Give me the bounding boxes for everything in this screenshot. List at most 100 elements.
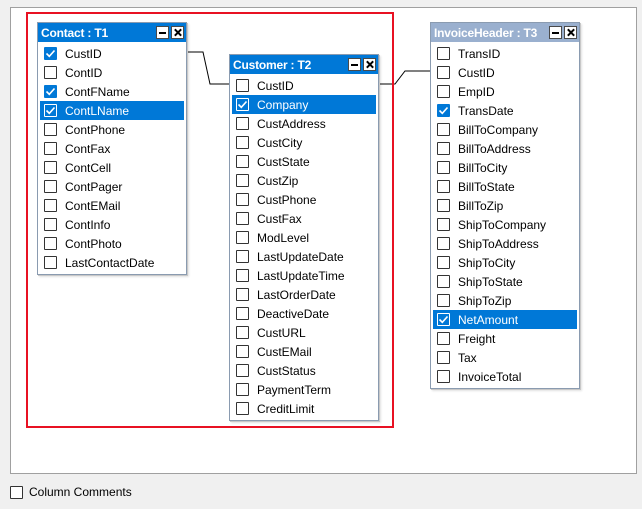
checkmark-icon[interactable] — [44, 47, 57, 60]
column-row[interactable]: ContFax — [40, 139, 184, 158]
column-checkbox[interactable] — [437, 237, 450, 250]
column-row[interactable]: CustID — [433, 63, 577, 82]
column-checkbox[interactable] — [236, 326, 249, 339]
column-checkbox[interactable] — [236, 155, 249, 168]
column-checkbox[interactable] — [236, 345, 249, 358]
column-checkbox[interactable] — [236, 193, 249, 206]
column-checkbox[interactable] — [437, 351, 450, 364]
column-checkbox[interactable] — [236, 117, 249, 130]
column-row[interactable]: ContID — [40, 63, 184, 82]
column-row[interactable]: CustZip — [232, 171, 376, 190]
column-row[interactable]: CustURL — [232, 323, 376, 342]
column-row[interactable]: BillToAddress — [433, 139, 577, 158]
column-checkbox[interactable] — [236, 364, 249, 377]
column-checkbox[interactable] — [44, 237, 57, 250]
minimize-icon[interactable] — [348, 58, 361, 71]
column-row[interactable]: ContCell — [40, 158, 184, 177]
column-checkbox[interactable] — [437, 161, 450, 174]
column-checkbox[interactable] — [437, 218, 450, 231]
table-invoiceheader[interactable]: InvoiceHeader : T3 TransID CustID EmpID Tra… — [430, 22, 580, 389]
column-row[interactable]: NetAmount — [433, 310, 577, 329]
column-row[interactable]: CustAddress — [232, 114, 376, 133]
column-checkbox[interactable] — [437, 180, 450, 193]
column-row[interactable]: LastContactDate — [40, 253, 184, 272]
column-checkbox[interactable] — [437, 66, 450, 79]
column-checkbox[interactable] — [44, 161, 57, 174]
column-row[interactable]: ShipToAddress — [433, 234, 577, 253]
checkmark-icon[interactable] — [437, 313, 450, 326]
column-row[interactable]: LastUpdateDate — [232, 247, 376, 266]
column-row[interactable]: ShipToState — [433, 272, 577, 291]
column-row[interactable]: ModLevel — [232, 228, 376, 247]
table-header[interactable]: Contact : T1 — [38, 23, 186, 42]
column-checkbox[interactable] — [437, 47, 450, 60]
close-icon[interactable] — [363, 58, 376, 71]
column-row[interactable]: Company — [232, 95, 376, 114]
column-row[interactable]: InvoiceTotal — [433, 367, 577, 386]
table-header[interactable]: InvoiceHeader : T3 — [431, 23, 579, 42]
column-row[interactable]: CustCity — [232, 133, 376, 152]
column-checkbox[interactable] — [44, 256, 57, 269]
column-checkbox[interactable] — [236, 250, 249, 263]
table-customer[interactable]: Customer : T2 CustID Company CustAddress Cu… — [229, 54, 379, 421]
column-row[interactable]: LastOrderDate — [232, 285, 376, 304]
column-checkbox[interactable] — [44, 218, 57, 231]
close-icon[interactable] — [171, 26, 184, 39]
column-row[interactable]: CustEMail — [232, 342, 376, 361]
column-row[interactable]: BillToZip — [433, 196, 577, 215]
column-row[interactable]: PaymentTerm — [232, 380, 376, 399]
checkmark-icon[interactable] — [44, 85, 57, 98]
column-checkbox[interactable] — [236, 79, 249, 92]
column-row[interactable]: CustPhone — [232, 190, 376, 209]
column-checkbox[interactable] — [437, 294, 450, 307]
column-row[interactable]: BillToCity — [433, 158, 577, 177]
close-icon[interactable] — [564, 26, 577, 39]
column-row[interactable]: BillToCompany — [433, 120, 577, 139]
column-row[interactable]: ShipToZip — [433, 291, 577, 310]
column-checkbox[interactable] — [236, 383, 249, 396]
column-row[interactable]: ContFName — [40, 82, 184, 101]
column-row[interactable]: Freight — [433, 329, 577, 348]
column-checkbox[interactable] — [437, 275, 450, 288]
column-checkbox[interactable] — [236, 212, 249, 225]
column-checkbox[interactable] — [236, 269, 249, 282]
column-row[interactable]: TransDate — [433, 101, 577, 120]
column-row[interactable]: ContPhone — [40, 120, 184, 139]
column-comments-option[interactable]: Column Comments — [10, 485, 132, 499]
column-checkbox[interactable] — [44, 66, 57, 79]
column-checkbox[interactable] — [44, 142, 57, 155]
column-row[interactable]: ContPhoto — [40, 234, 184, 253]
column-row[interactable]: TransID — [433, 44, 577, 63]
column-checkbox[interactable] — [44, 199, 57, 212]
column-comments-checkbox[interactable] — [10, 485, 23, 499]
column-row[interactable]: CustID — [232, 76, 376, 95]
column-row[interactable]: EmpID — [433, 82, 577, 101]
column-checkbox[interactable] — [44, 180, 57, 193]
column-checkbox[interactable] — [437, 123, 450, 136]
column-checkbox[interactable] — [437, 256, 450, 269]
column-row[interactable]: CustFax — [232, 209, 376, 228]
column-checkbox[interactable] — [437, 199, 450, 212]
column-checkbox[interactable] — [437, 332, 450, 345]
column-row[interactable]: ContLName — [40, 101, 184, 120]
column-row[interactable]: DeactiveDate — [232, 304, 376, 323]
column-checkbox[interactable] — [437, 142, 450, 155]
column-checkbox[interactable] — [44, 123, 57, 136]
column-checkbox[interactable] — [236, 136, 249, 149]
table-contact[interactable]: Contact : T1 CustID ContID ContFName ContLN… — [37, 22, 187, 275]
column-row[interactable]: BillToState — [433, 177, 577, 196]
column-checkbox[interactable] — [236, 174, 249, 187]
minimize-icon[interactable] — [549, 26, 562, 39]
column-row[interactable]: CustStatus — [232, 361, 376, 380]
column-checkbox[interactable] — [236, 307, 249, 320]
column-checkbox[interactable] — [236, 231, 249, 244]
column-checkbox[interactable] — [437, 370, 450, 383]
column-row[interactable]: CustID — [40, 44, 184, 63]
column-row[interactable]: CreditLimit — [232, 399, 376, 418]
column-checkbox[interactable] — [437, 85, 450, 98]
column-row[interactable]: ContInfo — [40, 215, 184, 234]
column-row[interactable]: LastUpdateTime — [232, 266, 376, 285]
column-row[interactable]: ContEMail — [40, 196, 184, 215]
minimize-icon[interactable] — [156, 26, 169, 39]
column-row[interactable]: CustState — [232, 152, 376, 171]
